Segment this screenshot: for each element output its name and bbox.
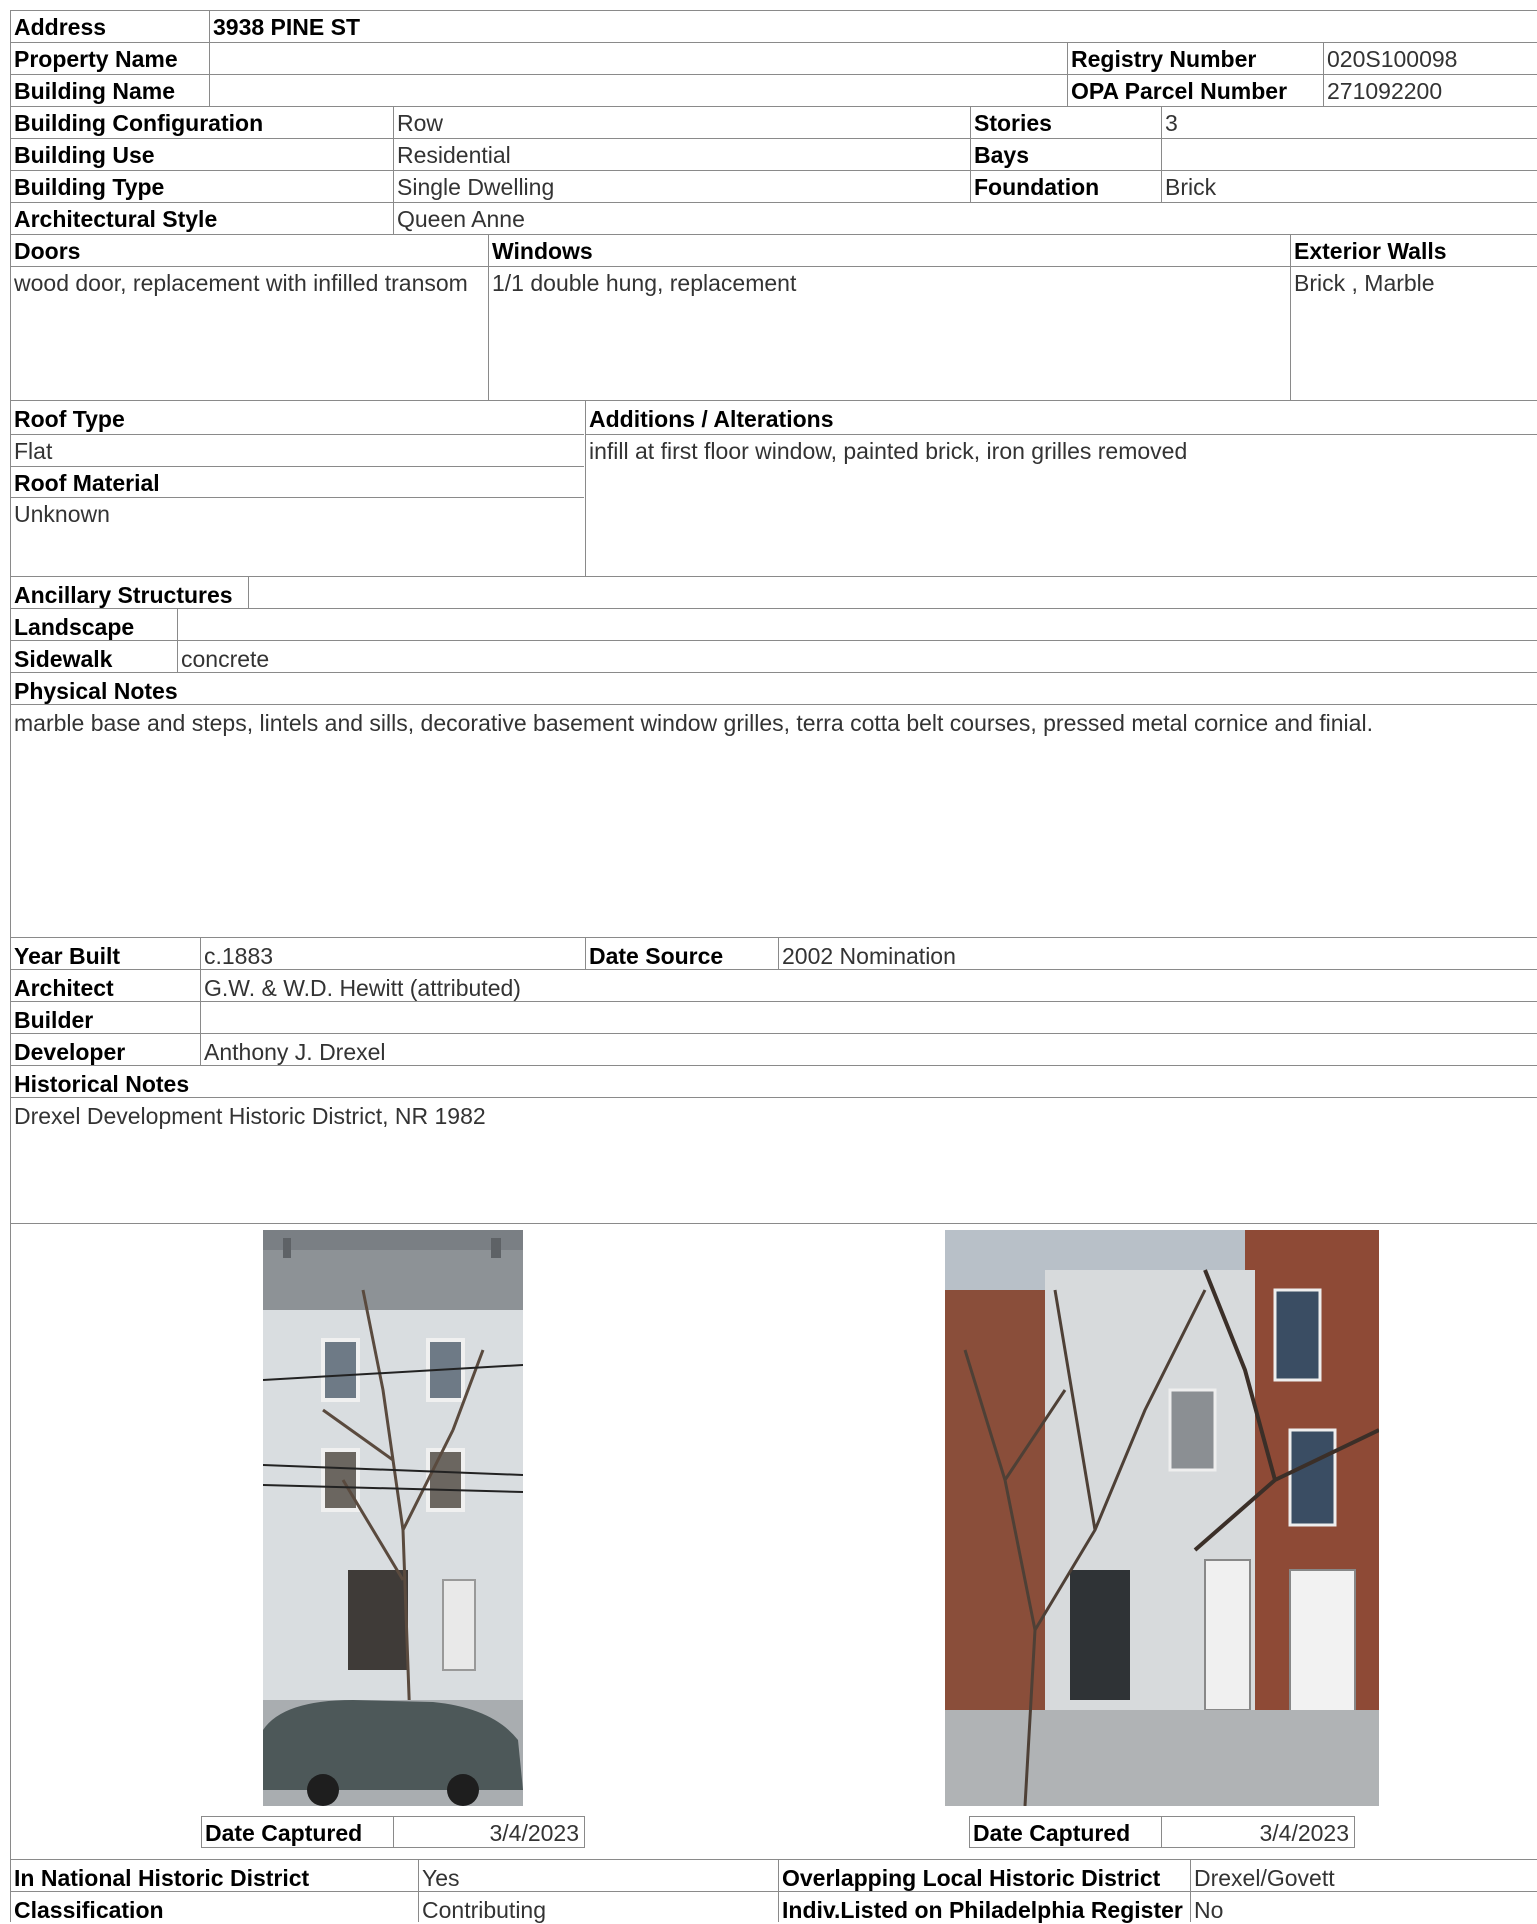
rule (10, 74, 1537, 75)
stories-label: Stories (974, 110, 1052, 136)
sidewalk-label: Sidewalk (14, 646, 113, 672)
builder-label: Builder (14, 1007, 94, 1033)
historical-notes-label: Historical Notes (14, 1071, 190, 1097)
national-historic-district-label: In National Historic District (14, 1865, 310, 1891)
landscape-value (178, 612, 978, 614)
bays-label: Bays (974, 142, 1029, 168)
rule (10, 434, 584, 435)
rule (10, 466, 584, 467)
rule (10, 937, 1537, 938)
roof-material-label: Roof Material (14, 470, 160, 496)
landscape-label: Landscape (14, 614, 135, 640)
foundation-label: Foundation (974, 174, 1100, 200)
historical-notes-value: Drexel Development Historic District, NR… (14, 1103, 486, 1129)
building-type-value: Single Dwelling (397, 174, 555, 200)
year-built-label: Year Built (14, 943, 121, 969)
photo-date-label: Date Captured (205, 1820, 363, 1846)
date-source-label: Date Source (589, 943, 724, 969)
ancillary-structures-value (249, 580, 1049, 582)
exterior-walls-value: Brick , Marble (1294, 270, 1435, 296)
additions-alterations-value: infill at first floor window, painted br… (589, 438, 1188, 464)
photo-date-value: 3/4/2023 (1259, 1820, 1349, 1846)
doors-value: wood door, replacement with infilled tra… (14, 270, 468, 296)
developer-label: Developer (14, 1039, 126, 1065)
exterior-walls-label: Exterior Walls (1294, 238, 1447, 264)
property-name-value (210, 44, 1060, 46)
bays-value (1162, 140, 1532, 142)
indiv-listed-label: Indiv.Listed on Philadelphia Register (782, 1897, 1183, 1923)
building-photo-front (263, 1230, 523, 1806)
physical-notes-value: marble base and steps, lintels and sills… (14, 710, 1373, 736)
doors-label: Doors (14, 238, 81, 264)
building-use-label: Building Use (14, 142, 155, 168)
opa-parcel-number-value: 271092200 (1327, 78, 1443, 104)
builder-value (201, 1005, 1101, 1007)
building-name-label: Building Name (14, 78, 176, 104)
address-label: Address (14, 14, 107, 40)
rule (10, 170, 1537, 171)
photo-date-value: 3/4/2023 (489, 1820, 579, 1846)
classification-label: Classification (14, 1897, 164, 1923)
year-built-value: c.1883 (204, 943, 274, 969)
indiv-listed-value: No (1194, 1897, 1224, 1923)
roof-type-value: Flat (14, 438, 53, 464)
national-historic-district-value: Yes (422, 1865, 460, 1891)
sidewalk-value: concrete (181, 646, 270, 672)
architectural-style-value: Queen Anne (397, 206, 525, 232)
architect-value: G.W. & W.D. Hewitt (attributed) (204, 975, 521, 1001)
rule (10, 640, 1537, 641)
building-photo-angle (945, 1230, 1379, 1806)
foundation-value: Brick (1165, 174, 1217, 200)
opa-parcel-number-label: OPA Parcel Number (1071, 78, 1288, 104)
building-type-label: Building Type (14, 174, 165, 200)
rule (586, 434, 1537, 435)
rule (10, 400, 1537, 401)
windows-label: Windows (492, 238, 593, 264)
date-source-value: 2002 Nomination (782, 943, 956, 969)
photo-date-label: Date Captured (973, 1820, 1131, 1846)
overlapping-local-district-value: Drexel/Govett (1194, 1865, 1335, 1891)
architect-label: Architect (14, 975, 114, 1001)
architectural-style-label: Architectural Style (14, 206, 218, 232)
property-name-label: Property Name (14, 46, 178, 72)
ancillary-structures-label: Ancillary Structures (14, 582, 233, 608)
building-name-value (210, 76, 1060, 78)
developer-value: Anthony J. Drexel (204, 1039, 386, 1065)
rule (10, 576, 1537, 577)
building-configuration-label: Building Configuration (14, 110, 264, 136)
overlapping-local-district-label: Overlapping Local Historic District (782, 1865, 1161, 1891)
physical-notes-label: Physical Notes (14, 678, 178, 704)
roof-type-label: Roof Type (14, 406, 125, 432)
rule (10, 234, 1537, 235)
rule (10, 138, 1537, 139)
rule (10, 1223, 1537, 1224)
rule (10, 1033, 1537, 1034)
building-configuration-value: Row (397, 110, 444, 136)
rule (10, 10, 1537, 11)
rule (10, 1859, 1537, 1860)
rule (10, 106, 1537, 107)
additions-alterations-label: Additions / Alterations (589, 406, 834, 432)
registry-number-label: Registry Number (1071, 46, 1257, 72)
address-value: 3938 PINE ST (213, 14, 361, 40)
classification-value: Contributing (422, 1897, 547, 1923)
registry-number-value: 020S100098 (1327, 46, 1458, 72)
rule (10, 266, 1537, 267)
building-use-value: Residential (397, 142, 511, 168)
roof-material-value: Unknown (14, 501, 110, 527)
windows-value: 1/1 double hung, replacement (492, 270, 797, 296)
rule (10, 497, 584, 498)
stories-value: 3 (1165, 110, 1178, 136)
rule (10, 202, 1537, 203)
rule (10, 42, 1537, 43)
